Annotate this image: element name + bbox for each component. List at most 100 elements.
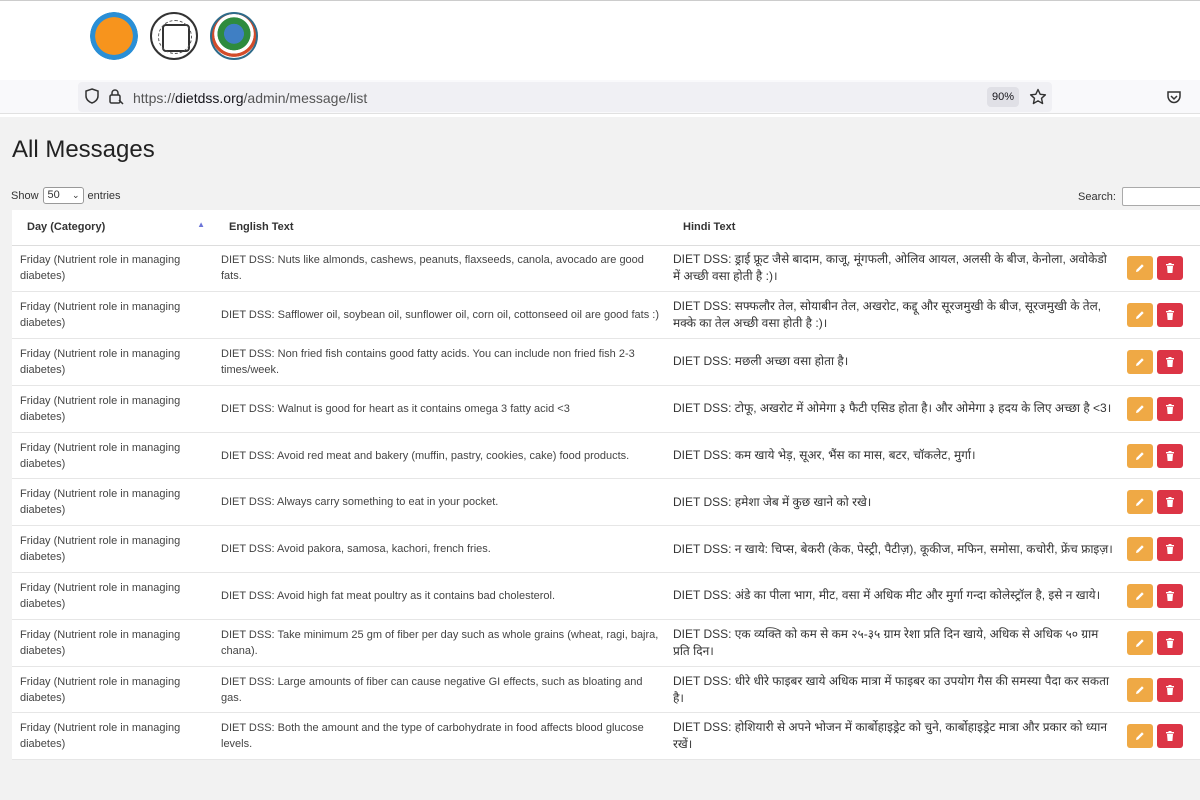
cell-actions <box>1123 619 1200 667</box>
cell-day: Friday (Nutrient role in managing diabet… <box>12 478 213 527</box>
table-row: Friday (Nutrient role in managing diabet… <box>12 291 1200 340</box>
edit-button[interactable] <box>1127 443 1153 468</box>
edit-button[interactable] <box>1127 349 1153 374</box>
cell-hindi-text: DIET DSS: होशियारी से अपने भोजन में कार्… <box>665 712 1123 761</box>
lock-icon[interactable] <box>108 88 124 105</box>
show-label: Show <box>11 189 39 202</box>
cell-english-text: DIET DSS: Safflower oil, soybean oil, su… <box>213 291 665 340</box>
pencil-icon <box>1136 311 1144 320</box>
delete-button[interactable] <box>1157 396 1183 421</box>
delete-button[interactable] <box>1157 630 1183 655</box>
star-icon[interactable] <box>1029 88 1047 106</box>
delete-button[interactable] <box>1157 583 1183 608</box>
entries-label: entries <box>87 189 121 202</box>
edit-button[interactable] <box>1127 677 1153 702</box>
organization-logo <box>90 12 138 60</box>
delete-button[interactable] <box>1157 537 1183 562</box>
institute-logo <box>210 12 258 60</box>
cell-day: Friday (Nutrient role in managing diabet… <box>12 712 213 761</box>
table-row: Friday (Nutrient role in managing diabet… <box>12 245 1200 293</box>
cell-day: Friday (Nutrient role in managing diabet… <box>12 245 213 293</box>
cell-english-text: DIET DSS: Large amounts of fiber can cau… <box>213 666 665 714</box>
trash-icon <box>1166 263 1174 274</box>
cell-hindi-text: DIET DSS: एक व्यक्ति को कम से कम २५-३५ ग… <box>665 619 1123 667</box>
cell-actions <box>1123 432 1200 480</box>
cell-day: Friday (Nutrient role in managing diabet… <box>12 291 213 340</box>
cell-hindi-text: DIET DSS: सफ्फलौर तेल, सोयाबीन तेल, अखरो… <box>665 291 1123 340</box>
cell-english-text: DIET DSS: Take minimum 25 gm of fiber pe… <box>213 619 665 667</box>
cell-actions <box>1123 478 1200 527</box>
column-header-english[interactable]: English Text <box>213 210 665 246</box>
table-row: Friday (Nutrient role in managing diabet… <box>12 385 1200 433</box>
edit-button[interactable] <box>1127 303 1153 328</box>
delete-button[interactable] <box>1157 349 1183 374</box>
table-header-row: Day (Category) ▲ English Text Hindi Text <box>12 210 1200 246</box>
trash-icon <box>1166 731 1174 742</box>
sort-asc-icon: ▲ <box>197 220 205 229</box>
table-row: Friday (Nutrient role in managing diabet… <box>12 338 1200 386</box>
cell-day: Friday (Nutrient role in managing diabet… <box>12 432 213 480</box>
cell-english-text: DIET DSS: Both the amount and the type o… <box>213 712 665 761</box>
delete-button[interactable] <box>1157 303 1183 328</box>
edit-button[interactable] <box>1127 490 1153 515</box>
cell-hindi-text: DIET DSS: मछली अच्छा वसा होता है। <box>665 338 1123 386</box>
url-host: dietdss.org <box>175 90 244 106</box>
cell-day: Friday (Nutrient role in managing diabet… <box>12 619 213 667</box>
cell-english-text: DIET DSS: Avoid pakora, samosa, kachori,… <box>213 525 665 574</box>
entries-length-control: Show 50 ⌄ entries <box>11 187 121 204</box>
cell-hindi-text: DIET DSS: ड्राई फ्रूट जैसे बादाम, काजू, … <box>665 245 1123 293</box>
cell-hindi-text: DIET DSS: टोफू, अखरोट में ओमेगा ३ फैटी ए… <box>665 385 1123 433</box>
cell-actions <box>1123 572 1200 620</box>
cell-day: Friday (Nutrient role in managing diabet… <box>12 666 213 714</box>
trash-icon <box>1166 637 1174 648</box>
column-header-hindi[interactable]: Hindi Text <box>665 210 1123 246</box>
cell-actions <box>1123 245 1200 293</box>
column-header-day[interactable]: Day (Category) ▲ <box>12 210 213 246</box>
chevron-down-icon: ⌄ <box>71 190 80 200</box>
cell-actions <box>1123 291 1200 340</box>
cell-hindi-text: DIET DSS: न खाये: चिप्स, बेकरी (केक, पेस… <box>665 525 1123 574</box>
table-row: Friday (Nutrient role in managing diabet… <box>12 619 1200 667</box>
edit-button[interactable] <box>1127 396 1153 421</box>
pencil-icon <box>1136 451 1144 460</box>
edit-button[interactable] <box>1127 537 1153 562</box>
cell-hindi-text: DIET DSS: हमेशा जेब में कुछ खाने को रखे। <box>665 478 1123 527</box>
edit-button[interactable] <box>1127 630 1153 655</box>
pencil-icon <box>1136 405 1144 413</box>
pencil-icon <box>1136 639 1144 647</box>
cell-hindi-text: DIET DSS: कम खाये भेड़, सूअर, भैंस का मा… <box>665 432 1123 480</box>
delete-button[interactable] <box>1157 443 1183 468</box>
search-input[interactable] <box>1121 187 1200 206</box>
url-path: /admin/message/list <box>243 90 368 106</box>
entries-select[interactable]: 50 ⌄ <box>42 187 84 204</box>
edit-button[interactable] <box>1127 724 1153 749</box>
table-row: Friday (Nutrient role in managing diabet… <box>12 478 1200 527</box>
cell-day: Friday (Nutrient role in managing diabet… <box>12 338 213 386</box>
shield-icon[interactable] <box>85 88 99 104</box>
delete-button[interactable] <box>1157 724 1183 749</box>
table-row: Friday (Nutrient role in managing diabet… <box>12 525 1200 574</box>
column-header-actions <box>1123 210 1200 246</box>
trash-icon <box>1166 356 1174 367</box>
entries-select-value: 50 <box>47 189 60 201</box>
cell-day: Friday (Nutrient role in managing diabet… <box>12 385 213 433</box>
messages-table-wrapper: Day (Category) ▲ English Text Hindi Text… <box>12 210 1200 761</box>
trash-icon <box>1166 310 1174 321</box>
pencil-icon <box>1136 732 1144 741</box>
delete-button[interactable] <box>1157 490 1183 515</box>
cell-hindi-text: DIET DSS: अंडे का पीला भाग, मीट, वसा में… <box>665 572 1123 620</box>
delete-button[interactable] <box>1157 256 1183 281</box>
zoom-badge[interactable]: 90% <box>987 87 1019 107</box>
pencil-icon <box>1136 264 1144 273</box>
pocket-icon[interactable] <box>1166 89 1182 105</box>
delete-button[interactable] <box>1157 677 1183 702</box>
cell-day: Friday (Nutrient role in managing diabet… <box>12 572 213 620</box>
pencil-icon <box>1136 592 1144 600</box>
cell-english-text: DIET DSS: Non fried fish contains good f… <box>213 338 665 386</box>
edit-button[interactable] <box>1127 583 1153 608</box>
edit-button[interactable] <box>1127 256 1153 281</box>
url-text[interactable]: https://dietdss.org/admin/message/list <box>133 90 367 106</box>
pencil-icon <box>1136 358 1144 366</box>
cell-actions <box>1123 712 1200 761</box>
cell-actions <box>1123 666 1200 714</box>
